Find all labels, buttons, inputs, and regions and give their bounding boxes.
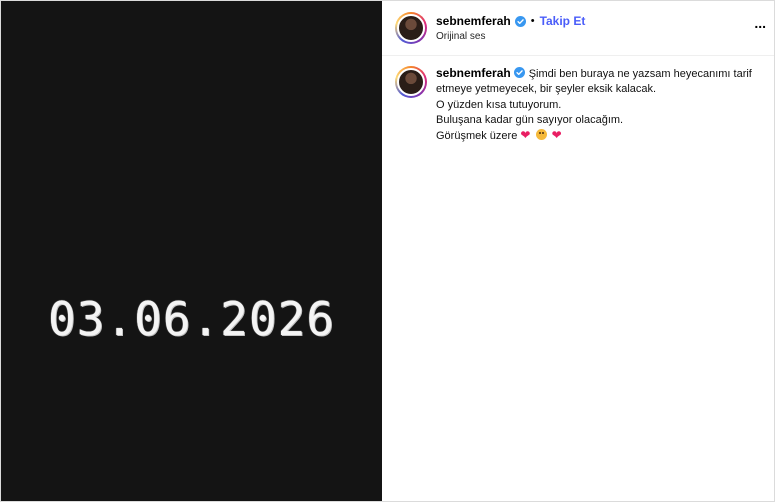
caption-verified-badge-icon (513, 67, 525, 78)
follow-button[interactable]: Takip Et (540, 14, 586, 28)
heart-emoji-icon-2: ❤ (551, 128, 562, 143)
caption-username[interactable]: sebnemferah (436, 66, 511, 80)
heart-emoji-icon: ❤ (520, 128, 531, 143)
header-separator: • (530, 15, 535, 27)
header-username[interactable]: sebnemferah (436, 14, 511, 28)
verified-badge-icon (514, 15, 526, 27)
smiling-face-with-tear-emoji-icon (535, 129, 547, 141)
caption-area: sebnemferah Şimdi ben buraya ne yazsam h… (382, 56, 774, 144)
caption-body: sebnemferah Şimdi ben buraya ne yazsam h… (436, 66, 756, 144)
media-date-text: 03.06.2026 (48, 292, 335, 346)
post-side-panel: sebnemferah • Takip Et Orijinal ses ... … (382, 1, 774, 501)
header-text: sebnemferah • Takip Et Orijinal ses (436, 14, 585, 42)
caption-avatar-image (397, 68, 425, 96)
avatar[interactable] (395, 12, 427, 44)
caption-line-2: O yüzden kısa tutuyorum. (436, 98, 562, 111)
caption-line-4: Görüşmek üzere (436, 130, 518, 143)
avatar-image (397, 14, 425, 42)
caption-line-3: Buluşana kadar gün sayıyor olacağım. (436, 113, 624, 126)
header-line: sebnemferah • Takip Et (436, 14, 585, 28)
instagram-post: 03.06.2026 sebnemferah • Takip Et Orijin… (0, 0, 775, 502)
audio-label[interactable]: Orijinal ses (436, 31, 585, 42)
post-header: sebnemferah • Takip Et Orijinal ses ... (382, 1, 774, 56)
post-media[interactable]: 03.06.2026 (1, 1, 382, 501)
more-options-button[interactable]: ... (754, 15, 766, 31)
caption-avatar[interactable] (395, 66, 427, 98)
